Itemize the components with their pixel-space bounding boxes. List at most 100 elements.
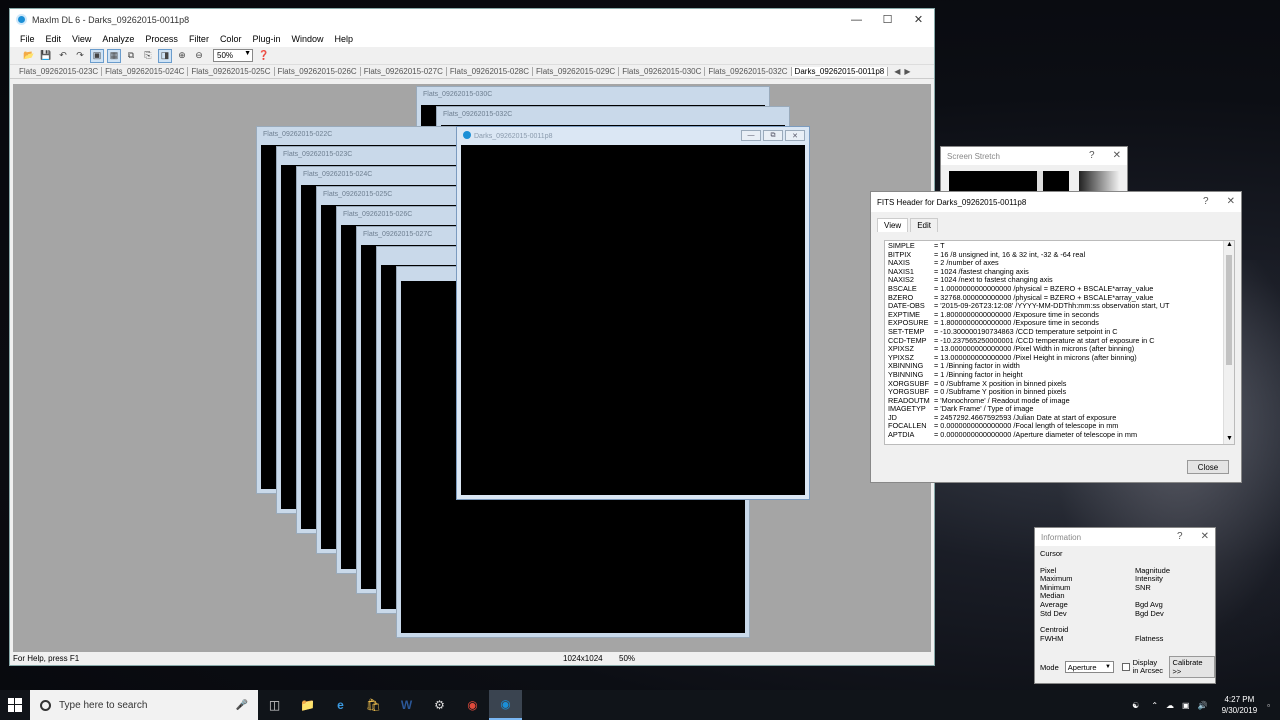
chrome-icon[interactable]: ◉ xyxy=(456,690,489,720)
menu-process[interactable]: Process xyxy=(145,34,178,44)
info-label: Std Dev xyxy=(1040,608,1067,618)
close-icon[interactable]: ✕ xyxy=(1113,150,1121,161)
system-tray: ☯ ⌃ ☁ ▣ 🔊 4:27 PM 9/30/2019 ▫ xyxy=(1132,690,1280,720)
zoom-select[interactable]: 50% ▼ xyxy=(213,49,253,62)
store-icon[interactable]: 🛍 xyxy=(357,690,390,720)
context-help-icon[interactable]: ❓ xyxy=(257,49,271,63)
clock-date: 9/30/2019 xyxy=(1221,706,1258,715)
taskbar: Type here to search 🎤 ◫ 📁 e 🛍 W ⚙ ◉ ◉ ☯ … xyxy=(0,690,1280,720)
mdi-workspace: Flats_09262015-030C Flats_09262015-032C … xyxy=(13,84,931,654)
close-button[interactable]: Close xyxy=(1187,460,1229,474)
open-icon[interactable]: 📂 xyxy=(22,49,36,63)
file-explorer-icon[interactable]: 📁 xyxy=(291,690,324,720)
taskbar-search-box[interactable]: Type here to search 🎤 xyxy=(30,690,258,720)
people-icon[interactable]: ☯ xyxy=(1132,701,1139,710)
app-titlebar[interactable]: MaxIm DL 6 - Darks_09262015-0011p8 — ☐ ✕ xyxy=(10,9,934,30)
zoom-in-icon[interactable]: ⊕ xyxy=(175,49,189,63)
tab-scroll-left-icon[interactable]: ◀ xyxy=(894,67,900,76)
tab-edit[interactable]: Edit xyxy=(910,218,938,232)
active-window-title: Darks_09262015-0011p8 xyxy=(474,133,553,140)
help-icon[interactable]: ? xyxy=(1089,150,1095,161)
chevron-down-icon: ▼ xyxy=(1104,664,1111,670)
status-bar: For Help, press F1 1024x1024 50% xyxy=(10,652,934,665)
microphone-icon[interactable]: 🎤 xyxy=(236,700,248,711)
windows-logo-icon xyxy=(8,698,22,712)
calibrate-button[interactable]: Calibrate >> xyxy=(1168,656,1215,678)
tab-flats-027c[interactable]: Flats_09262015-027C xyxy=(361,67,447,76)
child-restore-button[interactable]: ⧉ xyxy=(763,130,783,141)
tab-flats-030c[interactable]: Flats_09262015-030C xyxy=(619,67,706,76)
screen-stretch-icon[interactable]: ▣ xyxy=(90,48,104,63)
close-icon[interactable]: ✕ xyxy=(1201,531,1209,542)
child-minimize-button[interactable]: — xyxy=(741,130,761,141)
display-arcsec-checkbox[interactable] xyxy=(1121,663,1130,671)
undo-icon[interactable]: ↶ xyxy=(56,49,70,63)
menu-view[interactable]: View xyxy=(72,34,91,44)
copy-icon[interactable]: ⧉ xyxy=(124,49,138,63)
menu-file[interactable]: File xyxy=(20,34,35,44)
menu-color[interactable]: Color xyxy=(220,34,242,44)
volume-icon[interactable]: 🔊 xyxy=(1198,701,1208,710)
menu-filter[interactable]: Filter xyxy=(189,34,209,44)
crop-icon[interactable]: ◨ xyxy=(158,48,172,63)
minimize-button[interactable]: — xyxy=(841,9,872,30)
tab-flats-024c[interactable]: Flats_09262015-024C xyxy=(102,67,189,76)
fits-header-list[interactable]: ▲ ▼ SIMPLE = T BITPIX = 16 /8 unsigned int,… xyxy=(884,240,1235,445)
menu-help[interactable]: Help xyxy=(334,34,353,44)
app-icon-gray[interactable]: ⚙ xyxy=(423,690,456,720)
image-window-darks-0011p8[interactable]: Darks_09262015-0011p8 — ⧉ ✕ xyxy=(456,126,810,500)
tab-flats-023c[interactable]: Flats_09262015-023C xyxy=(16,67,103,76)
zoom-out-icon[interactable]: ⊖ xyxy=(192,49,206,63)
edge-browser-icon[interactable]: e xyxy=(324,690,357,720)
menu-plugin[interactable]: Plug-in xyxy=(252,34,280,44)
clock[interactable]: 4:27 PM 9/30/2019 xyxy=(1222,694,1258,716)
help-icon[interactable]: ? xyxy=(1203,196,1209,207)
chevron-down-icon: ▼ xyxy=(244,50,251,57)
clock-time: 4:27 PM xyxy=(1224,695,1255,704)
tab-darks-0011p8[interactable]: Darks_09262015-0011p8 xyxy=(791,67,889,76)
dark-frame-image[interactable] xyxy=(461,145,805,495)
tab-flats-025c[interactable]: Flats_09262015-025C xyxy=(188,67,275,76)
fits-row[interactable]: APTDIA = 0.0000000000000000 /Aperture dia… xyxy=(888,430,1231,440)
scroll-up-icon[interactable]: ▲ xyxy=(1224,241,1234,250)
tab-view[interactable]: View xyxy=(877,218,909,232)
save-icon[interactable]: 💾 xyxy=(39,49,53,63)
word-icon[interactable]: W xyxy=(390,690,423,720)
tab-scroll-right-icon[interactable]: ▶ xyxy=(904,67,910,76)
document-tabs: Flats_09262015-023C Flats_09262015-024C … xyxy=(10,65,934,79)
redo-icon[interactable]: ↷ xyxy=(73,49,87,63)
start-button[interactable] xyxy=(0,690,30,720)
information-window[interactable]: Information ? ✕ Cursor Pixel Magnitude Maxi… xyxy=(1034,527,1216,684)
onedrive-icon[interactable]: ☁ xyxy=(1166,701,1174,710)
maxim-dl-taskbar-icon[interactable]: ◉ xyxy=(489,690,522,720)
tab-flats-032c[interactable]: Flats_09262015-032C xyxy=(705,67,792,76)
menu-bar: File Edit View Analyze Process Filter Co… xyxy=(10,30,934,47)
mode-select[interactable]: Aperture ▼ xyxy=(1064,661,1114,673)
zoom-value: 50% xyxy=(217,51,234,60)
child-close-button[interactable]: ✕ xyxy=(785,130,805,141)
tab-flats-029c[interactable]: Flats_09262015-029C xyxy=(533,67,620,76)
menu-analyze[interactable]: Analyze xyxy=(102,34,134,44)
tab-flats-026c[interactable]: Flats_09262015-026C xyxy=(275,67,361,76)
tab-flats-028c[interactable]: Flats_09262015-028C xyxy=(447,67,534,76)
notifications-icon[interactable]: ▫ xyxy=(1267,701,1270,710)
maximize-button[interactable]: ☐ xyxy=(872,9,903,30)
window-app-icon xyxy=(463,131,471,139)
image-window-title: Flats_09262015-030C xyxy=(423,91,493,98)
app-title: MaxIm DL 6 - Darks_09262015-0011p8 xyxy=(32,14,190,25)
menu-edit[interactable]: Edit xyxy=(46,34,62,44)
task-view-icon[interactable]: ◫ xyxy=(258,690,291,720)
screen-stretch-window[interactable]: Screen Stretch ? ✕ xyxy=(940,146,1128,197)
network-icon[interactable]: ▣ xyxy=(1182,701,1190,710)
tray-chevron-icon[interactable]: ⌃ xyxy=(1151,701,1158,710)
close-window-button[interactable]: ✕ xyxy=(903,9,934,30)
help-icon[interactable]: ? xyxy=(1177,531,1183,542)
scroll-down-icon[interactable]: ▼ xyxy=(1224,435,1234,444)
menu-window[interactable]: Window xyxy=(291,34,323,44)
display-arcsec-label: Display in Arcsec xyxy=(1132,658,1163,675)
close-icon[interactable]: ✕ xyxy=(1227,196,1235,207)
scroll-thumb[interactable] xyxy=(1226,255,1232,365)
paste-icon[interactable]: ⎘ xyxy=(141,49,155,63)
information-window-icon[interactable]: ▦ xyxy=(107,48,121,63)
vertical-scrollbar[interactable]: ▲ ▼ xyxy=(1223,241,1234,444)
